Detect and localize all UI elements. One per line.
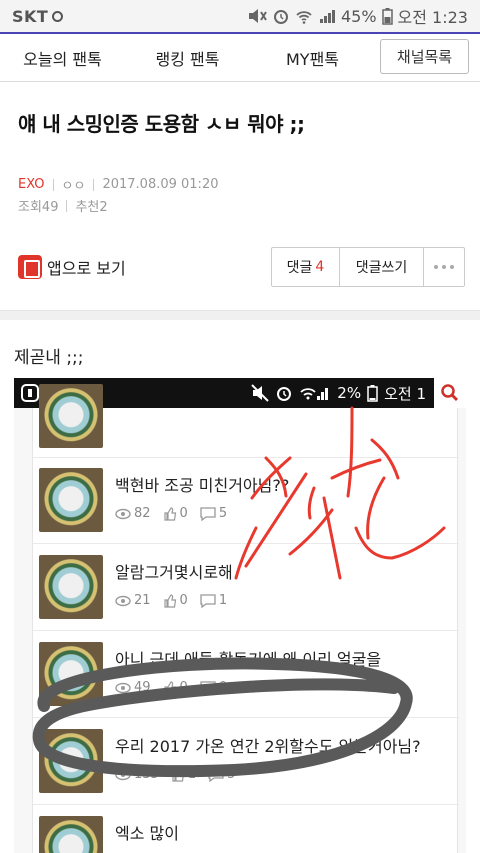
comment-button[interactable]: 댓글 4 [272,248,340,286]
top-nav: 오늘의 팬톡 랭킹 팬톡 MY팬톡 채널목록 [0,34,480,82]
write-comment-label: 댓글쓰기 [355,260,408,276]
list-item-stats: 21 0 1 [115,593,227,608]
album-thumbnail [39,555,103,619]
comment-count: 1 [218,593,228,608]
embedded-post-list: 백현바 조공 미친거아님?? 82 0 5 알람그거몇시로해 21 0 1 아니… [32,384,459,853]
write-comment-button[interactable]: 댓글쓰기 [340,248,424,286]
mute-icon [251,384,269,402]
battery-icon [367,385,378,402]
tab-my-fantalk[interactable]: MY팬톡 [250,46,375,70]
tab-ranking-fantalk[interactable]: 랭킹 팬톡 [125,46,250,70]
status-bar: SKT 45% 오전 1:23 [0,0,480,32]
list-item: 아니 근데 애들 활동기에 왜 이리 얼굴을 49 0 0 [33,632,459,718]
meta-divider [93,178,95,191]
comment-label: 댓글 [286,260,313,276]
post-stats: 조회49 추천2 [18,196,108,215]
eye-icon [115,595,131,606]
embedded-search-button [434,378,466,408]
view-count: 21 [134,593,151,608]
comment-count: 0 [218,680,228,695]
attached-screenshot: 2% 오전 1 백현바 조공 미친거아님?? 82 0 5 알람그거몇시로해 2… [14,378,466,853]
list-item-title: 엑소 많이 [115,824,179,843]
category-link[interactable]: EXO [18,177,45,192]
thumbs-up-icon [163,593,176,608]
list-item-title: 알람그거몇시로해 [115,563,233,582]
section-divider [0,310,480,320]
alarm-icon [277,387,292,401]
embedded-battery-percent: 2% [337,384,362,402]
more-button[interactable] [424,248,464,286]
meta-divider [52,178,54,191]
post-title: 얘 내 스밍인증 도용함 ㅅㅂ 뭐야 ;; [18,112,305,136]
comment-count: 5 [218,506,228,521]
view-count: 조회49 [18,200,59,215]
eye-icon [115,769,131,780]
comment-icon [200,506,216,521]
more-dots-icon [434,265,454,269]
like-count: 0 [179,680,188,695]
comment-count: 4 [315,259,325,275]
search-icon [441,384,459,402]
like-count: 1 [187,767,197,782]
eye-icon [115,508,131,519]
album-thumbnail [39,729,103,793]
wifi-icon [296,11,312,24]
comment-count: 5 [227,767,236,782]
list-item-title: 백현바 조공 미친거아님?? [115,476,290,495]
post-action-group: 댓글 4 댓글쓰기 [271,247,465,287]
list-item: 엑소 많이 14 0 0 [33,806,459,853]
comment-icon [200,680,216,695]
open-in-app-link[interactable]: 앱으로 보기 [18,255,126,279]
eye-icon [115,682,131,693]
album-thumbnail [39,384,103,448]
list-item: 우리 2017 가온 연간 2위할수도 있는거아님? 135 1 5 [33,719,459,805]
notification-icon [52,10,64,22]
mute-icon [248,9,267,23]
view-count: 135 [134,767,159,782]
comment-icon [208,767,224,782]
album-thumbnail [39,816,103,853]
thumbs-up-icon [163,680,176,695]
battery-icon [381,8,393,25]
view-count: 82 [134,506,151,521]
like-count: 0 [179,506,188,521]
wifi-signal-icon [300,388,329,400]
app-icon [18,255,42,279]
meta-divider [66,199,68,212]
list-item-stats: 49 0 0 [115,680,227,695]
channel-list-button[interactable]: 채널목록 [380,39,469,74]
list-item-title: 우리 2017 가온 연간 2위할수도 있는거아님? [115,737,421,756]
app-icon [21,384,39,402]
alarm-icon [273,10,288,24]
tab-today-fantalk[interactable]: 오늘의 팬톡 [0,46,125,70]
view-count: 49 [134,680,151,695]
post-date: 2017.08.09 01:20 [102,177,219,192]
battery-percent: 45% [340,6,377,26]
list-item: 알람그거몇시로해 21 0 1 [33,545,459,631]
author-name: ㅇㅇ [61,179,86,194]
thumbs-up-icon [172,767,185,782]
like-count: 0 [179,593,188,608]
list-item: 백현바 조공 미친거아님?? 82 0 5 [33,458,459,544]
carrier-label: SKT [12,6,49,26]
list-item-title: 아니 근데 애들 활동기에 왜 이리 얼굴을 [115,650,382,669]
post-body: 제곧내 ;;; [14,348,84,368]
clock: 오전 1:23 [397,8,468,27]
list-item-stats: 135 1 5 [115,767,235,782]
thumbs-up-icon [163,506,176,521]
list-item-stats: 82 0 5 [115,506,227,521]
signal-icon [319,10,335,23]
recommend-count: 추천2 [75,200,108,215]
album-thumbnail [39,468,103,532]
list-item [33,384,459,458]
album-thumbnail [39,642,103,706]
comment-icon [200,593,216,608]
embedded-clock: 오전 1 [384,384,426,403]
post-meta: EXO ㅇㅇ 2017.08.09 01:20 [18,175,218,194]
open-in-app-label: 앱으로 보기 [47,259,126,278]
